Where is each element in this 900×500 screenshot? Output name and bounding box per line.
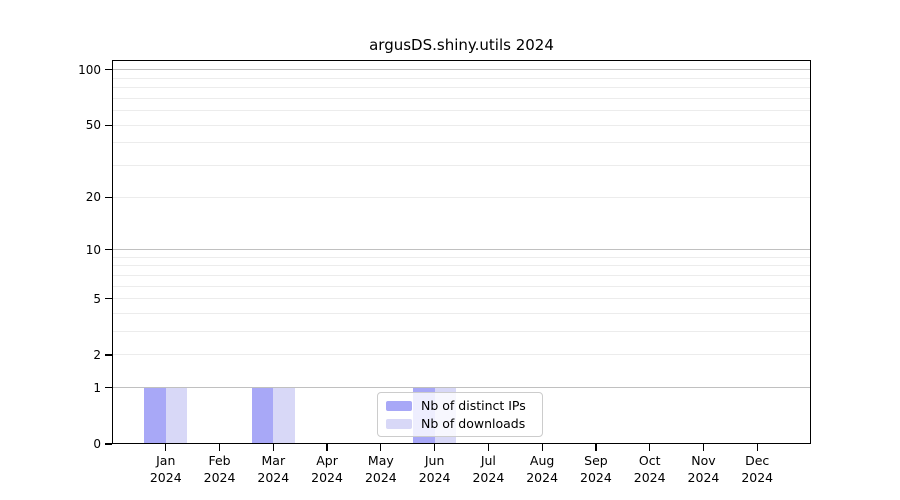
legend-label-downloads: Nb of downloads: [421, 416, 526, 431]
x-tick-mark-mar: [272, 444, 274, 451]
x-tick-mark-jul: [487, 444, 489, 451]
x-tick-mark-jun: [434, 444, 436, 451]
x-tick-year-dec: 2024: [741, 470, 774, 485]
x-tick-mark-sep: [595, 444, 597, 451]
legend-label-distinct-ips: Nb of distinct IPs: [421, 398, 526, 413]
figure: argusDS.shiny.utils 2024 0 1 2 5 10 20 50 100 J…: [0, 0, 900, 500]
x-tick-mark-dec: [756, 444, 758, 451]
x-tick-mark-may: [380, 444, 382, 451]
x-tick-mark-apr: [326, 444, 328, 451]
legend-item-downloads: Nb of downloads: [386, 416, 534, 431]
x-tick-mark-nov: [702, 444, 705, 451]
legend-swatch-downloads: [386, 418, 412, 429]
x-tick-label-dec: Dec 2024: [722, 452, 792, 486]
x-tick-mark-jan: [165, 444, 167, 451]
x-tick-mark-oct: [649, 444, 651, 451]
legend-item-distinct-ips: Nb of distinct IPs: [386, 398, 534, 413]
legend-swatch-distinct-ips: [386, 400, 412, 411]
x-tick-mark-feb: [218, 444, 221, 451]
legend: Nb of distinct IPs Nb of downloads: [377, 392, 543, 437]
x-tick-mark-aug: [541, 444, 543, 451]
